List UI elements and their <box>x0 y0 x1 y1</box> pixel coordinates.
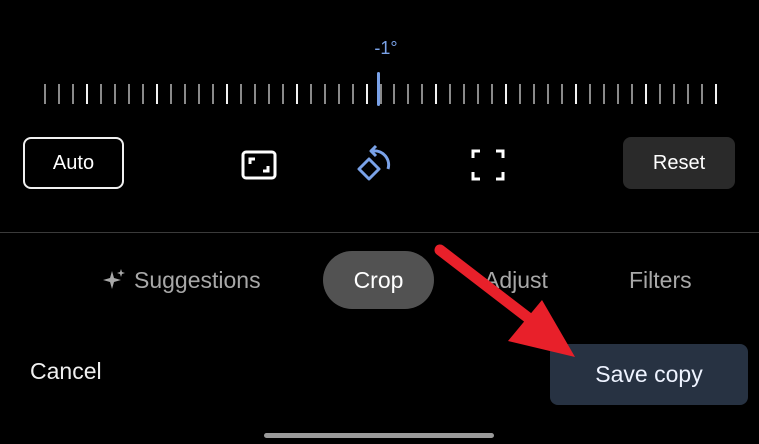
ruler-tick <box>310 84 312 104</box>
ruler-indicator <box>377 72 380 106</box>
ruler-tick <box>58 84 60 104</box>
ruler-tick <box>715 84 717 104</box>
tab-filters-label: Filters <box>629 266 692 293</box>
ruler-tick <box>617 84 619 104</box>
tab-adjust-label: Adjust <box>484 266 548 293</box>
ruler-tick <box>603 84 605 104</box>
ruler-tick <box>100 84 102 104</box>
ruler-tick <box>184 84 186 104</box>
ruler-tick <box>547 84 549 104</box>
ruler-tick <box>226 84 228 104</box>
ruler-tick <box>282 84 284 104</box>
aspect-ratio-icon[interactable] <box>241 147 277 183</box>
ruler-tick <box>477 84 479 104</box>
ruler-tick <box>296 84 298 104</box>
tab-filters[interactable]: Filters <box>629 251 692 309</box>
ruler-tick <box>86 84 88 104</box>
ruler-tick <box>631 84 633 104</box>
tab-adjust[interactable]: Adjust <box>484 251 548 309</box>
ruler-tick <box>645 84 647 104</box>
ruler-tick <box>366 84 368 104</box>
reset-button[interactable]: Reset <box>623 137 735 189</box>
ruler-tick <box>352 84 354 104</box>
ruler-tick <box>170 84 172 104</box>
ruler-tick <box>254 84 256 104</box>
ruler-tick <box>519 84 521 104</box>
ruler-tick <box>673 84 675 104</box>
tab-crop-label: Crop <box>353 266 404 293</box>
ruler-tick <box>505 84 507 104</box>
angle-readout: -1° <box>374 38 398 58</box>
ruler-tick <box>156 84 158 104</box>
tab-crop[interactable]: Crop <box>323 251 434 309</box>
ruler-tick <box>324 84 326 104</box>
ruler-tick <box>463 84 465 104</box>
ruler-tick <box>198 84 200 104</box>
ruler-tick <box>142 84 144 104</box>
ruler-tick <box>44 84 46 104</box>
sparkle-icon <box>103 269 125 289</box>
ruler-tick <box>421 84 423 104</box>
ruler-tick <box>128 84 130 104</box>
ruler-tick <box>380 84 382 104</box>
ruler-tick <box>407 84 409 104</box>
tab-suggestions-label: Suggestions <box>134 266 261 293</box>
divider <box>0 232 759 233</box>
ruler-tick <box>491 84 493 104</box>
ruler-tick <box>240 84 242 104</box>
ruler-tick <box>701 84 703 104</box>
ruler-tick <box>533 84 535 104</box>
rotate-icon[interactable] <box>355 144 391 181</box>
ruler-tick <box>589 84 591 104</box>
auto-button[interactable]: Auto <box>23 137 124 189</box>
free-crop-icon[interactable] <box>470 147 506 183</box>
ruler-tick <box>114 84 116 104</box>
save-copy-button[interactable]: Save copy <box>550 344 748 405</box>
ruler-tick <box>435 84 437 104</box>
ruler-tick <box>575 84 577 104</box>
ruler-tick <box>687 84 689 104</box>
home-indicator <box>264 433 494 438</box>
ruler-tick <box>268 84 270 104</box>
ruler-tick <box>561 84 563 104</box>
ruler-tick <box>72 84 74 104</box>
ruler-tick <box>393 84 395 104</box>
ruler-tick <box>449 84 451 104</box>
tab-suggestions[interactable]: Suggestions <box>102 251 261 309</box>
ruler-tick <box>659 84 661 104</box>
ruler-tick <box>212 84 214 104</box>
cancel-button[interactable]: Cancel <box>30 358 102 385</box>
ruler-tick <box>338 84 340 104</box>
